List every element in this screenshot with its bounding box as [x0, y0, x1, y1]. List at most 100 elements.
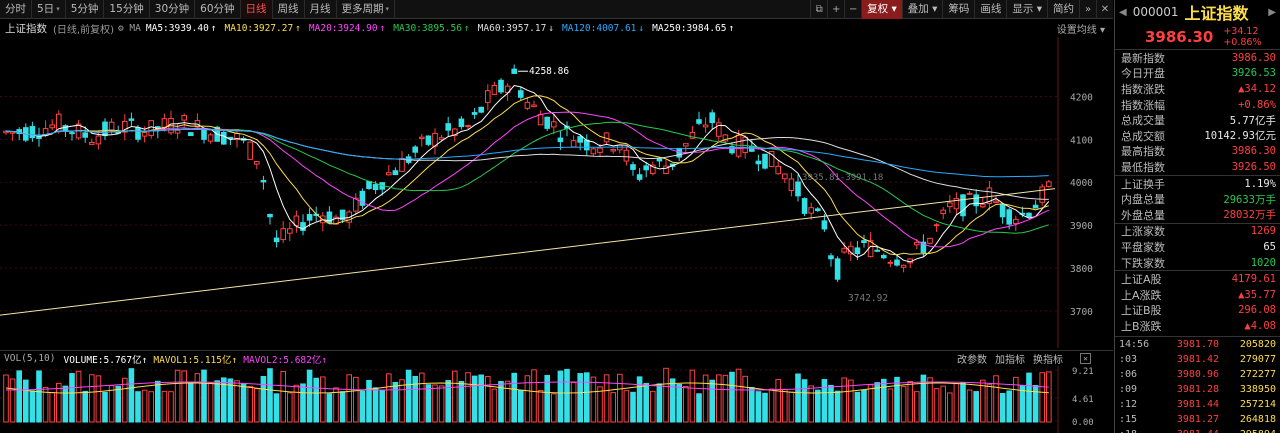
close-icon[interactable]: ✕ — [1096, 0, 1113, 19]
ma-value-0: MA5:3939.40 ↑ — [146, 23, 217, 34]
tab-1[interactable]: 5日 ▾ — [32, 0, 66, 19]
ma-value-3: MA30:3895.56 ↑ — [393, 23, 469, 34]
chevron-right-icon[interactable]: ▶ — [1268, 7, 1276, 18]
volume-bar — [287, 392, 293, 423]
tick-row: :183981.44295894 — [1115, 427, 1280, 433]
candlestick-chart[interactable]: 4200 4100 4000 3900 3800 3700 4258.86 3742.92 39… — [0, 37, 1113, 348]
stat-value: 3926.53 — [1231, 67, 1276, 80]
candle-body — [762, 153, 768, 169]
stat-value: 3986.30 — [1231, 51, 1276, 64]
quote-stats: 最新指数 3986.30 今日开盘 3926.53 指数涨跌 ▲34.12 指数涨幅 +0.8… — [1115, 50, 1280, 175]
candle-body — [630, 164, 636, 170]
tab-6[interactable]: 日线 — [240, 0, 273, 19]
tab-4[interactable]: 30分钟 — [150, 0, 196, 19]
volume-bar — [933, 388, 940, 423]
close-volume-icon[interactable]: ✕ — [1080, 353, 1091, 364]
stat-label: 外盘总量 — [1121, 208, 1165, 222]
candle-body — [834, 258, 841, 280]
volume-bar — [570, 382, 577, 423]
edit-params-button[interactable]: 改参数 — [957, 351, 987, 366]
overlay-button[interactable]: 叠加 ▾ — [901, 0, 943, 19]
index-title: 上证指数 — [1184, 4, 1249, 23]
stat-label: 下跌家数 — [1121, 256, 1165, 270]
volume-bar — [339, 391, 346, 423]
ma-setting-button[interactable]: 设置均线 ▾ — [1057, 21, 1105, 36]
draw-line-button[interactable]: 画线 — [974, 0, 1006, 19]
candle-body — [108, 121, 115, 132]
candle-body — [623, 149, 630, 162]
display-button[interactable]: 显示 ▾ — [1006, 0, 1047, 19]
candle-body — [782, 173, 788, 180]
zoom-in-icon[interactable]: + — [827, 0, 844, 19]
tab-label: 周线 — [277, 2, 299, 15]
stat-value: 3926.50 — [1231, 160, 1276, 173]
candle-body — [980, 203, 986, 208]
volume-bar — [683, 385, 689, 423]
ma-setting-label: 设置均线 — [1056, 25, 1097, 36]
stat-row: 上涨家数 1269 — [1115, 224, 1280, 240]
volume-bar — [960, 382, 966, 423]
candle-body — [636, 174, 643, 180]
sub-index-stats: 上证A股 4179.61 上A涨跌 ▲35.77 上证B股 296.08 上B涨跌 ▲4.08 — [1115, 270, 1280, 333]
candle-body — [900, 264, 907, 268]
volume-bar — [722, 374, 729, 423]
volume-item-1: MAVOL1:5.115亿↑ — [153, 352, 237, 366]
arrow-up-icon: ↑ — [728, 23, 735, 34]
volume-bar — [914, 391, 920, 423]
tab-label: 分时 — [5, 2, 26, 15]
fuquan-button[interactable]: 复权 ▾ — [861, 0, 902, 19]
tab-5[interactable]: 60分钟 — [195, 0, 241, 19]
zoom-out-icon[interactable]: − — [844, 0, 861, 19]
copy-icon[interactable]: ⧉ — [810, 0, 827, 19]
volume-bar — [742, 375, 749, 423]
candle-body — [993, 200, 999, 204]
tick-price: 3981.42 — [1176, 353, 1219, 365]
volume-bar — [181, 370, 187, 423]
volume-bar — [273, 393, 280, 423]
volume-bar — [716, 374, 722, 423]
candle-body — [392, 170, 399, 176]
candle-body — [577, 136, 584, 143]
volume-bar — [623, 390, 630, 423]
double-right-icon[interactable]: » — [1079, 0, 1096, 19]
volume-bar — [630, 391, 636, 423]
volume-bar — [584, 372, 590, 423]
y-tick-label: 4100 — [1070, 135, 1093, 146]
tab-3[interactable]: 15分钟 — [104, 0, 150, 19]
candle-body — [287, 228, 293, 234]
candle-body — [69, 132, 75, 135]
chevron-left-icon[interactable]: ◀ — [1119, 7, 1127, 18]
volume-bar — [1013, 376, 1019, 423]
arrow-up-icon: ↑ — [231, 354, 238, 366]
candle-body — [458, 118, 465, 128]
candle-body — [755, 160, 762, 165]
candle-body — [861, 240, 867, 244]
candle-body — [471, 112, 478, 115]
candle-body — [188, 132, 194, 136]
range-annotation: 3935.81-3991.18 — [802, 173, 883, 183]
candle-body — [419, 136, 425, 139]
volume-values: VOLUME:5.767亿↑ MAVOL1:5.115亿↑ MAVOL2:5.682… — [63, 352, 327, 366]
stat-row: 最低指数 3926.50 — [1115, 159, 1280, 175]
tab-0[interactable]: 分时 — [0, 0, 32, 19]
tab-7[interactable]: 周线 — [273, 0, 305, 19]
stat-value: 28032万手 — [1223, 209, 1276, 222]
arrow-up-icon: ↑ — [463, 23, 470, 34]
volume-bar — [986, 383, 993, 423]
tab-8[interactable]: 月线 — [305, 0, 337, 19]
volume-bar — [564, 368, 570, 423]
stat-row: 内盘总量 29633万手 — [1115, 191, 1280, 207]
volume-bar — [372, 387, 379, 423]
volume-chart[interactable]: 9.21 4.61 0.00 — [0, 366, 1113, 433]
tab-9[interactable]: 更多周期 ▾ — [337, 0, 396, 19]
tab-2[interactable]: 5分钟 — [66, 0, 105, 19]
switch-indicator-button[interactable]: 换指标 — [1033, 351, 1063, 366]
tick-time: :09 — [1119, 383, 1138, 395]
volume-bar — [293, 384, 300, 423]
add-indicator-button[interactable]: 加指标 — [995, 351, 1025, 366]
simple-button[interactable]: 简约 — [1047, 0, 1079, 19]
stat-value: 65 — [1263, 240, 1276, 253]
volume-bar — [861, 389, 867, 423]
gear-icon[interactable]: ⚙ MA — [118, 23, 141, 34]
chips-button[interactable]: 筹码 — [942, 0, 974, 19]
